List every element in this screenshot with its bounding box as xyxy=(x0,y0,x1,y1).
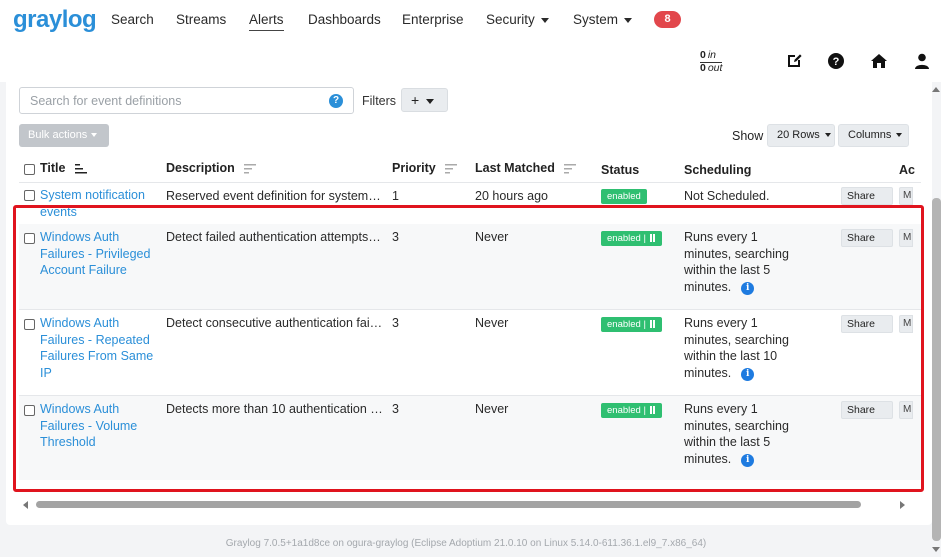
row-scheduling: Not Scheduled. xyxy=(684,189,770,203)
vertical-scrollbar[interactable] xyxy=(932,198,941,541)
row-checkbox[interactable] xyxy=(24,190,35,201)
chevron-down-icon xyxy=(540,17,549,23)
column-priority-label: Priority xyxy=(392,161,436,175)
nav-system-label: System xyxy=(573,12,619,27)
chevron-down-icon xyxy=(624,17,633,23)
search-help-icon[interactable]: ? xyxy=(329,94,343,108)
sort-icon[interactable] xyxy=(244,163,257,174)
column-title-label: Title xyxy=(40,161,66,175)
columns-button[interactable]: Columns xyxy=(838,124,909,147)
nav-dashboards[interactable]: Dashboards xyxy=(308,12,381,27)
share-label: Share xyxy=(847,190,876,202)
throughput-in-label: in xyxy=(707,49,717,61)
column-last-matched-label: Last Matched xyxy=(475,161,555,175)
column-title[interactable]: Title xyxy=(40,161,88,175)
nav-enterprise[interactable]: Enterprise xyxy=(402,12,464,27)
search-input[interactable]: Search for event definitions ? xyxy=(19,87,354,114)
column-description[interactable]: Description xyxy=(166,161,257,175)
column-description-label: Description xyxy=(166,161,235,175)
status-label: enabled xyxy=(607,191,641,202)
column-last-matched[interactable]: Last Matched xyxy=(475,161,577,175)
sort-icon[interactable] xyxy=(564,163,577,174)
bulk-actions-button[interactable]: Bulk actions xyxy=(19,124,109,147)
footer-version: Graylog 7.0.5+1a1d8ce on ogura-graylog (… xyxy=(225,538,707,549)
search-placeholder: Search for event definitions xyxy=(30,94,182,108)
more-actions-button[interactable]: M xyxy=(899,187,913,205)
column-actions: Ac xyxy=(899,163,915,177)
nav-security[interactable]: Security xyxy=(486,12,549,27)
bulk-actions-label: Bulk actions xyxy=(28,129,88,141)
nav-alerts[interactable]: Alerts xyxy=(249,12,284,31)
share-button[interactable]: Share xyxy=(841,187,893,205)
filters-label: Filters xyxy=(362,94,397,108)
sort-icon[interactable] xyxy=(445,163,458,174)
svg-text:?: ? xyxy=(833,56,840,68)
throughput-in-value: 0 xyxy=(700,49,706,61)
throughput-indicator[interactable]: 0 in 0 out xyxy=(700,49,723,74)
nav-security-label: Security xyxy=(486,12,535,27)
chevron-down-icon xyxy=(824,133,831,138)
column-status: Status xyxy=(601,163,640,177)
columns-label: Columns xyxy=(848,129,892,141)
home-icon[interactable] xyxy=(870,52,888,70)
row-description: Reserved event definition for system not… xyxy=(166,189,384,203)
graylog-logo[interactable]: graylog xyxy=(13,6,97,34)
help-icon[interactable]: ? xyxy=(827,52,845,70)
row-last-matched: 20 hours ago xyxy=(475,189,548,203)
scroll-right-arrow-icon[interactable] xyxy=(900,501,905,509)
rows-per-page-label: 20 Rows xyxy=(777,129,820,141)
nav-system[interactable]: System xyxy=(573,12,633,27)
plus-icon: + xyxy=(411,92,420,108)
scroll-left-arrow-icon[interactable] xyxy=(23,501,28,509)
nav-streams[interactable]: Streams xyxy=(176,12,226,27)
add-filter-button[interactable]: + xyxy=(401,88,448,112)
show-label: Show xyxy=(732,129,764,143)
select-all-checkbox[interactable] xyxy=(24,164,35,175)
scroll-up-arrow-icon[interactable] xyxy=(932,87,940,92)
status-badge[interactable]: enabled xyxy=(601,189,647,204)
header-divider xyxy=(19,182,921,183)
scroll-down-arrow-icon[interactable] xyxy=(932,547,940,552)
top-navigation: graylog Search Streams Alerts Dashboards… xyxy=(0,0,941,82)
rows-per-page-button[interactable]: 20 Rows xyxy=(767,124,835,147)
edit-icon[interactable] xyxy=(785,52,803,70)
chevron-down-icon xyxy=(91,133,98,138)
user-icon[interactable] xyxy=(913,52,931,70)
horizontal-scrollbar[interactable] xyxy=(36,501,861,508)
row-priority: 1 xyxy=(392,189,399,203)
notification-badge[interactable]: 8 xyxy=(654,11,681,28)
nav-search[interactable]: Search xyxy=(111,12,154,27)
chevron-down-icon xyxy=(896,133,903,138)
sort-ascending-icon[interactable] xyxy=(74,163,88,174)
throughput-out-value: 0 xyxy=(700,62,706,74)
highlight-box xyxy=(13,205,924,492)
chevron-down-icon xyxy=(426,98,435,104)
throughput-out-label: out xyxy=(707,62,723,74)
column-scheduling: Scheduling xyxy=(684,163,752,177)
column-priority[interactable]: Priority xyxy=(392,161,458,175)
